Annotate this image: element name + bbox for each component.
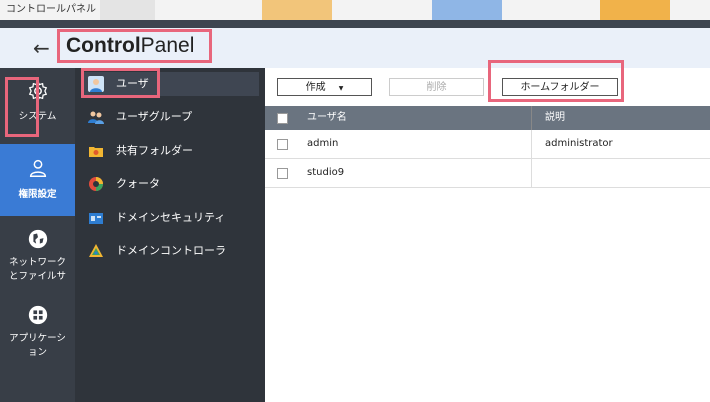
window-title: コントロールパネル — [6, 4, 96, 15]
blurred-app-thumbnail — [432, 0, 502, 20]
subnav-item-label: ドメインセキュリティ — [116, 211, 226, 224]
row-checkbox[interactable] — [277, 168, 288, 179]
globe-icon — [28, 229, 47, 249]
username-cell: studio9 — [307, 167, 345, 178]
subnav-item-user-groups[interactable]: ユーザグループ — [83, 105, 259, 129]
table-row[interactable]: studio9 — [265, 159, 710, 188]
column-divider — [531, 159, 532, 187]
subnav-item-shared-folders[interactable]: 共有フォルダー — [83, 139, 259, 163]
subnav-item-label: ドメインコントローラ — [116, 244, 226, 257]
subnav-item-label: ユーザグループ — [116, 110, 193, 123]
highlight-annotation — [488, 60, 624, 102]
blurred-app-thumbnail — [600, 0, 670, 20]
subnav-item-domain-security[interactable]: ドメインセキュリティ — [83, 206, 259, 230]
shared-folder-icon — [89, 147, 103, 157]
nav-item-label-line1: ネットワーク — [8, 257, 66, 268]
nav-item-label: 権限設定 — [18, 189, 57, 200]
nav-item-applications[interactable]: アプリケーシ ョン — [0, 304, 75, 364]
nav-item-label-line1: アプリケーシ — [9, 333, 66, 344]
delete-button[interactable]: 削除 — [389, 78, 484, 96]
subnav-item-domain-controller[interactable]: ドメインコントローラ — [83, 239, 259, 263]
user-group-icon — [88, 111, 104, 124]
brand-light: Panel — [140, 34, 195, 57]
main-panel: 作成 ▼ 削除 ホームフォルダー ユーザ名 説明 admin administr… — [265, 60, 710, 402]
highlight-annotation — [81, 68, 160, 98]
column-divider — [531, 130, 532, 158]
table-header: ユーザ名 説明 — [265, 106, 710, 130]
brand-bold: Control — [66, 34, 141, 57]
nav-item-label-line2: ョン — [27, 347, 47, 358]
nav-item-privilege[interactable]: 権限設定 — [0, 144, 75, 216]
subnav-item-quota[interactable]: クォータ — [83, 172, 259, 196]
create-button-label: 作成 — [305, 82, 326, 93]
column-header[interactable]: 説明 — [545, 106, 565, 130]
create-button[interactable]: 作成 ▼ — [277, 78, 372, 96]
user-icon — [29, 159, 46, 177]
highlight-annotation — [5, 77, 39, 137]
description-cell: administrator — [545, 138, 613, 149]
app-brand: ControlPanel — [57, 29, 212, 63]
subnav-item-label: クォータ — [116, 177, 160, 190]
column-header[interactable]: ユーザ名 — [307, 106, 347, 130]
table-row[interactable]: admin administrator — [265, 130, 710, 159]
nav-item-label-line2: とファイルサ — [8, 271, 66, 282]
domain-controller-icon — [89, 244, 103, 257]
column-divider — [531, 106, 532, 130]
chevron-down-icon: ▼ — [338, 85, 344, 92]
blurred-app-thumbnail — [262, 0, 332, 20]
quota-icon — [89, 177, 103, 191]
subnav-item-label: 共有フォルダー — [116, 144, 193, 157]
sub-nav: ユーザ ユーザグループ 共有フォルダー クォータ ドメインセキュリティ ドメイン… — [75, 68, 265, 402]
username-cell: admin — [307, 138, 339, 149]
top-bar — [0, 20, 710, 28]
row-checkbox[interactable] — [277, 139, 288, 150]
nav-item-network[interactable]: ネットワーク とファイルサ — [0, 228, 75, 288]
window-titlebar: コントロールパネル — [0, 0, 710, 20]
domain-security-icon — [89, 213, 103, 224]
apps-icon — [28, 305, 47, 325]
blurred-app-thumbnail — [100, 0, 155, 20]
select-all-checkbox[interactable] — [277, 113, 288, 124]
back-arrow-icon[interactable]: ← — [33, 36, 50, 60]
